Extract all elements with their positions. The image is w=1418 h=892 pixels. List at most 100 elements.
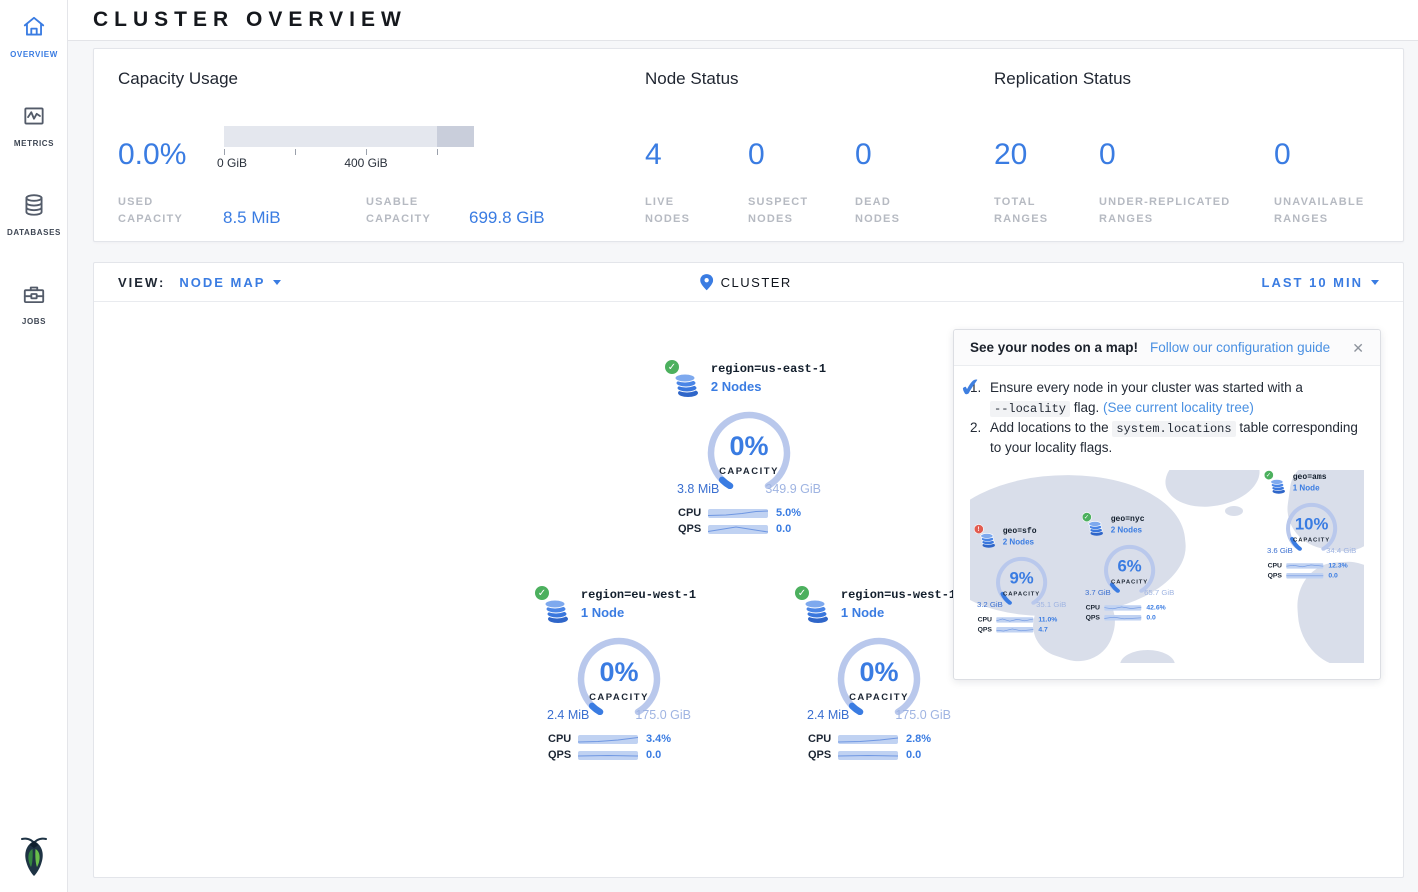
live-nodes-value: 4	[645, 117, 748, 169]
capacity-gauge: 6% CAPACITY 3.7 GiB65.7 GiB	[1080, 543, 1179, 600]
capacity-gauge: 0% CAPACITY 2.4 MiB 175.0 GiB	[539, 635, 699, 727]
databases-icon	[21, 192, 47, 223]
sidebar-item-label: DATABASES	[7, 228, 61, 237]
under-replicated-value: 0	[1099, 117, 1274, 169]
error-badge-icon: !	[974, 524, 984, 534]
cpu-value: 12.3%	[1328, 562, 1347, 569]
used-capacity-value: 8.5 MiB	[223, 208, 366, 228]
under-replicated-stat: 0 UNDER-REPLICATED RANGES	[1099, 117, 1274, 228]
dead-nodes-stat: 0 DEAD NODES	[855, 117, 900, 228]
mini-node-group-ams: ✓ geo=ams 1 Node	[1262, 472, 1361, 581]
suspect-nodes-value: 0	[748, 117, 855, 169]
node-map-area: ✓ region=us-east-1 2 Nodes	[94, 302, 1403, 878]
cpu-label: CPU	[678, 507, 708, 519]
gauge-total: 175.0 GiB	[895, 708, 951, 722]
sidebar-item-overview[interactable]: OVERVIEW	[0, 0, 68, 59]
node-count: 1 Node	[1293, 483, 1355, 492]
cpu-value: 3.4%	[646, 733, 671, 745]
qps-label: QPS	[978, 626, 997, 633]
view-selector[interactable]: NODE MAP	[179, 275, 281, 290]
cpu-sparkline	[708, 509, 768, 518]
gauge-percent: 0%	[799, 657, 959, 688]
unavailable-ranges-stat: 0 UNAVAILABLE RANGES	[1274, 117, 1364, 228]
qps-sparkline	[708, 525, 768, 534]
region-label: region=eu-west-1	[581, 588, 696, 602]
usable-capacity-value: 699.8 GiB	[469, 208, 545, 228]
qps-sparkline	[838, 751, 898, 760]
time-range-selector[interactable]: LAST 10 MIN	[1262, 275, 1379, 290]
code-system-locations: system.locations	[1112, 421, 1235, 437]
configuration-guide-link[interactable]: Follow our configuration guide	[1150, 340, 1330, 355]
node-count-link[interactable]: 1 Node	[841, 605, 956, 620]
qps-sparkline	[578, 751, 638, 760]
under-replicated-label: UNDER-REPLICATED RANGES	[1099, 194, 1274, 228]
node-group-us-east-1[interactable]: ✓ region=us-east-1 2 Nodes	[669, 362, 829, 537]
tick-label-0: 0 GiB	[217, 156, 247, 170]
cpu-label: CPU	[1268, 562, 1287, 569]
gauge-capacity-label: CAPACITY	[972, 590, 1071, 597]
dead-nodes-label: DEAD NODES	[855, 194, 900, 228]
used-capacity-label: USED CAPACITY	[118, 194, 223, 228]
page-header: CLUSTER OVERVIEW	[68, 0, 1418, 41]
locality-tree-link[interactable]: (See current locality tree)	[1103, 400, 1254, 415]
total-ranges-label: TOTAL RANGES	[994, 194, 1099, 228]
node-count-link[interactable]: 1 Node	[581, 605, 696, 620]
breadcrumb[interactable]: CLUSTER	[700, 274, 792, 291]
cpu-label: CPU	[808, 733, 838, 745]
qps-value: 0.0	[646, 749, 661, 761]
cluster-summary-card: Capacity Usage 0.0% 0 GiB 400 GiB USED C…	[93, 48, 1404, 242]
capacity-bar-chart: 0 GiB 400 GiB	[224, 126, 474, 169]
blue-check-icon: ✔	[958, 369, 983, 407]
capacity-gauge: 0% CAPACITY 3.8 MiB 349.9 GiB	[669, 409, 829, 501]
replication-status-section: Replication Status 20 TOTAL RANGES 0 UND…	[994, 69, 1379, 221]
gauge-total: 65.7 GiB	[1144, 588, 1174, 597]
breadcrumb-cluster: CLUSTER	[721, 275, 792, 290]
cpu-label: CPU	[978, 616, 997, 623]
healthy-check-icon: ✓	[1082, 512, 1092, 522]
qps-value: 0.0	[906, 749, 921, 761]
node-count-link[interactable]: 2 Nodes	[711, 379, 826, 394]
gauge-used: 3.7 GiB	[1085, 588, 1111, 597]
step-text: Add locations to the	[990, 420, 1112, 435]
close-icon[interactable]: ✕	[1352, 341, 1364, 355]
example-node-map-image: ! geo=sfo 2 Nodes	[970, 470, 1364, 663]
capacity-gauge: 0% CAPACITY 2.4 MiB 175.0 GiB	[799, 635, 959, 727]
node-map-panel: VIEW: NODE MAP CLUSTER LAST 10 MIN	[93, 262, 1404, 878]
gauge-capacity-label: CAPACITY	[1080, 578, 1179, 585]
cpu-value: 42.6%	[1146, 604, 1165, 611]
gauge-used: 2.4 MiB	[807, 708, 849, 722]
gauge-percent: 10%	[1262, 515, 1361, 534]
node-group-eu-west-1[interactable]: ✓ region=eu-west-1 1 Node	[539, 588, 699, 763]
gauge-percent: 0%	[669, 431, 829, 462]
suspect-nodes-label: SUSPECT NODES	[748, 194, 855, 228]
gauge-capacity-label: CAPACITY	[1262, 536, 1361, 543]
sidebar: OVERVIEW METRICS DATABASES JOBS	[0, 0, 68, 892]
sidebar-item-metrics[interactable]: METRICS	[0, 89, 68, 148]
cpu-label: CPU	[1086, 604, 1105, 611]
section-title: Capacity Usage	[118, 69, 645, 89]
unavailable-ranges-value: 0	[1274, 117, 1364, 169]
gauge-used: 3.8 MiB	[677, 482, 719, 496]
time-range-value: LAST 10 MIN	[1262, 275, 1363, 290]
healthy-check-icon: ✓	[794, 585, 810, 601]
section-title: Node Status	[645, 69, 994, 89]
live-nodes-stat: 4 LIVE NODES	[645, 117, 748, 228]
capacity-usage-section: Capacity Usage 0.0% 0 GiB 400 GiB USED C…	[118, 69, 645, 221]
qps-label: QPS	[808, 749, 838, 761]
cpu-value: 11.0%	[1038, 616, 1057, 623]
code-locality-flag: --locality	[990, 401, 1070, 417]
chevron-down-icon	[1371, 280, 1379, 285]
step-text: Ensure every node in your cluster was st…	[990, 380, 1303, 395]
sidebar-item-label: OVERVIEW	[10, 50, 58, 59]
node-group-us-west-1[interactable]: ✓ region=us-west-1 1 Node	[799, 588, 959, 763]
capacity-gauge: 10% CAPACITY 3.6 GiB34.4 GiB	[1262, 501, 1361, 558]
qps-value: 4.7	[1038, 626, 1047, 633]
region-label: region=us-west-1	[841, 588, 956, 602]
step-text: flag.	[1070, 400, 1103, 415]
sidebar-item-databases[interactable]: DATABASES	[0, 178, 68, 237]
gauge-total: 175.0 GiB	[635, 708, 691, 722]
healthy-check-icon: ✓	[1264, 470, 1274, 480]
cpu-value: 5.0%	[776, 507, 801, 519]
node-count: 2 Nodes	[1003, 537, 1065, 546]
sidebar-item-jobs[interactable]: JOBS	[0, 267, 68, 326]
